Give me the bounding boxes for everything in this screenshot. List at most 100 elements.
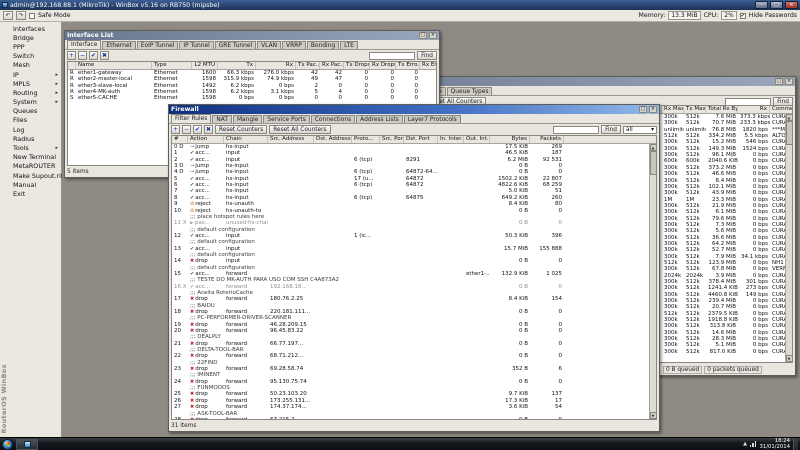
column-header-rx-max-limit[interactable]: Rx Max Limit (662, 106, 684, 113)
interface-row[interactable]: Rether2-master-localEthernet1598315.9 kb… (68, 76, 436, 82)
sidebar-item-mpls[interactable]: MPLS▸ (0, 79, 61, 88)
start-button[interactable] (2, 439, 13, 450)
interface-list-tab-eoip-tunnel[interactable]: EoIP Tunnel (137, 41, 179, 49)
interface-list-tab-interface[interactable]: Interface (67, 40, 101, 49)
interface-list-tab-bonding[interactable]: Bonding (307, 41, 339, 49)
column-header-out-int[interactable]: Out. Int... (464, 136, 490, 143)
disable-icon[interactable]: ✖ (100, 51, 109, 60)
column-header-in-inter[interactable]: In. Inter... (438, 136, 464, 143)
column-header-action[interactable]: Action (188, 136, 224, 143)
network-icon[interactable] (750, 441, 757, 447)
scroll-up-icon[interactable]: ▲ (786, 114, 793, 121)
firewall-tab-mangle[interactable]: Mangle (233, 115, 262, 123)
tray-hidden-icons-icon[interactable]: ▲ (743, 441, 747, 447)
firewall-scrollbar[interactable]: ▲ ▼ (649, 144, 656, 419)
reset-counters-button[interactable]: Reset Counters (215, 125, 267, 134)
column-header-rx[interactable]: Rx (738, 106, 770, 113)
column-header-proto[interactable]: Proto... (352, 136, 380, 143)
column-header-tx-drops[interactable]: Tx Drops (344, 62, 370, 69)
sidebar-item-mesh[interactable]: Mesh (0, 61, 61, 70)
scroll-up-icon[interactable]: ▲ (650, 144, 657, 151)
redo-icon[interactable]: ↷ (16, 11, 26, 20)
interface-row[interactable]: Rether3-slave-localEthernet14926.2 kbps0… (68, 83, 436, 89)
sidebar-item-ip[interactable]: IP▸ (0, 70, 61, 79)
close-button[interactable]: × (785, 1, 798, 9)
interface-list-tab-ip-tunnel[interactable]: IP Tunnel (179, 41, 213, 49)
column-header-name[interactable]: Name (76, 62, 152, 69)
enable-icon[interactable]: ✔ (89, 51, 98, 60)
firewall-tab-filter-rules[interactable]: Filter Rules (171, 114, 211, 123)
sidebar-item-exit[interactable]: Exit (0, 189, 61, 198)
scroll-thumb[interactable] (786, 121, 793, 145)
sidebar-item-system[interactable]: System▸ (0, 98, 61, 107)
firewall-tab-service-ports[interactable]: Service Ports (263, 115, 309, 123)
sidebar-item-tools[interactable]: Tools▸ (0, 143, 61, 152)
window-maximize-icon[interactable]: □ (775, 78, 783, 85)
taskbar-clock[interactable]: 18:24 31/01/2014 (759, 438, 790, 450)
firewall-tab-address-lists[interactable]: Address Lists (356, 115, 403, 123)
sidebar-item-metarouter[interactable]: MetaROUTER (0, 162, 61, 171)
column-header-bytes[interactable]: Bytes (490, 136, 530, 143)
column-header-total-rx-byt[interactable]: Total Rx Byt... (706, 106, 738, 113)
interface-list-tab-ethernet[interactable]: Ethernet (102, 41, 135, 49)
interface-list-tab-lte[interactable]: LTE (340, 41, 358, 49)
sidebar-item-bridge[interactable]: Bridge (0, 33, 61, 42)
queue-list-tab-queue-types[interactable]: Queue Types (447, 87, 493, 95)
find-button[interactable]: Find (417, 51, 437, 60)
window-close-icon[interactable]: × (649, 106, 657, 113)
interface-list-titlebar[interactable]: Interface List □ × (65, 31, 439, 40)
column-header-l2-mtu[interactable]: L2 MTU (192, 62, 218, 69)
column-header-rx-pac[interactable]: Rx Pac... (320, 62, 344, 69)
interface-row[interactable]: Rether1-gatewayEthernet160066.3 kbps276.… (68, 70, 436, 76)
firewall-tab-layer7-protocols[interactable]: Layer7 Protocols (404, 115, 461, 123)
show-desktop-button[interactable] (793, 438, 798, 450)
add-icon[interactable]: + (171, 125, 180, 134)
sidebar-item-queues[interactable]: Queues (0, 107, 61, 116)
sidebar-item-routing[interactable]: Routing▸ (0, 88, 61, 97)
queue-scrollbar[interactable]: ▲ ▼ (785, 114, 792, 362)
sidebar-item-switch[interactable]: Switch (0, 52, 61, 61)
window-close-icon[interactable]: × (785, 78, 793, 85)
add-icon[interactable]: + (67, 51, 76, 60)
find-button[interactable]: Find (601, 125, 621, 134)
column-header-tx[interactable]: Tx (218, 62, 256, 69)
remove-icon[interactable]: − (182, 125, 191, 134)
firewall-window[interactable]: Firewall □ × Filter RulesNATMangleServic… (168, 104, 660, 432)
column-header-src-port[interactable]: Src. Port (380, 136, 404, 143)
interface-row[interactable]: Sether5-CACHEEthernet15980 bps0 bps00000… (68, 95, 436, 101)
sidebar-item-ppp[interactable]: PPP (0, 42, 61, 51)
column-header-dst-address[interactable]: Dst. Address (314, 136, 352, 143)
column-header-rx-erro[interactable]: Rx Erro... (420, 62, 436, 69)
column-header-col[interactable]: # (172, 136, 188, 143)
column-header-tx-pac[interactable]: Tx Pac... (296, 62, 320, 69)
scroll-down-icon[interactable]: ▼ (786, 355, 793, 362)
sidebar-item-make-supout-rif[interactable]: Make Supout.rif (0, 171, 61, 180)
scroll-down-icon[interactable]: ▼ (650, 412, 657, 419)
sidebar-item-interfaces[interactable]: Interfaces (0, 24, 61, 33)
window-maximize-icon[interactable]: □ (419, 32, 427, 39)
firewall-titlebar[interactable]: Firewall □ × (169, 105, 659, 114)
column-header-tx-erro[interactable]: Tx Erro... (396, 62, 420, 69)
sidebar-item-radius[interactable]: Radius (0, 134, 61, 143)
sidebar-item-manual[interactable]: Manual (0, 180, 61, 189)
interface-list-tab-gre-tunnel[interactable]: GRE Tunnel (215, 41, 256, 49)
chain-filter-dropdown[interactable]: all ▾ (623, 126, 657, 134)
window-titlebar[interactable]: admin@192.168.88.1 (MikroTik) - WinBox v… (0, 0, 800, 10)
window-maximize-icon[interactable]: □ (639, 106, 647, 113)
column-header-type[interactable]: Type (152, 62, 192, 69)
interface-row[interactable]: Rether4-MK-authEthernet15986.2 kbps3.1 k… (68, 89, 436, 95)
firewall-rule-row[interactable]: 28✖dropforward67.215.2...0 B0 (172, 417, 656, 419)
maximize-button[interactable]: □ (770, 1, 783, 9)
safe-mode-checkbox[interactable] (29, 13, 35, 19)
firewall-tab-connections[interactable]: Connections (311, 115, 355, 123)
column-header-packets[interactable]: Packets (530, 136, 564, 143)
column-header-src-address[interactable]: Src. Address (268, 136, 314, 143)
undo-icon[interactable]: ↶ (3, 11, 13, 20)
column-header-flags[interactable] (68, 62, 76, 69)
hide-passwords-checkbox[interactable]: ✔ (740, 13, 746, 19)
find-input[interactable] (553, 126, 599, 134)
interface-list-tab-vrrp[interactable]: VRRP (282, 41, 306, 49)
minimize-button[interactable]: – (755, 1, 768, 9)
column-header-dst-port[interactable]: Dst. Port (404, 136, 438, 143)
reset-all-counters-button[interactable]: Reset All Counters (269, 125, 330, 134)
